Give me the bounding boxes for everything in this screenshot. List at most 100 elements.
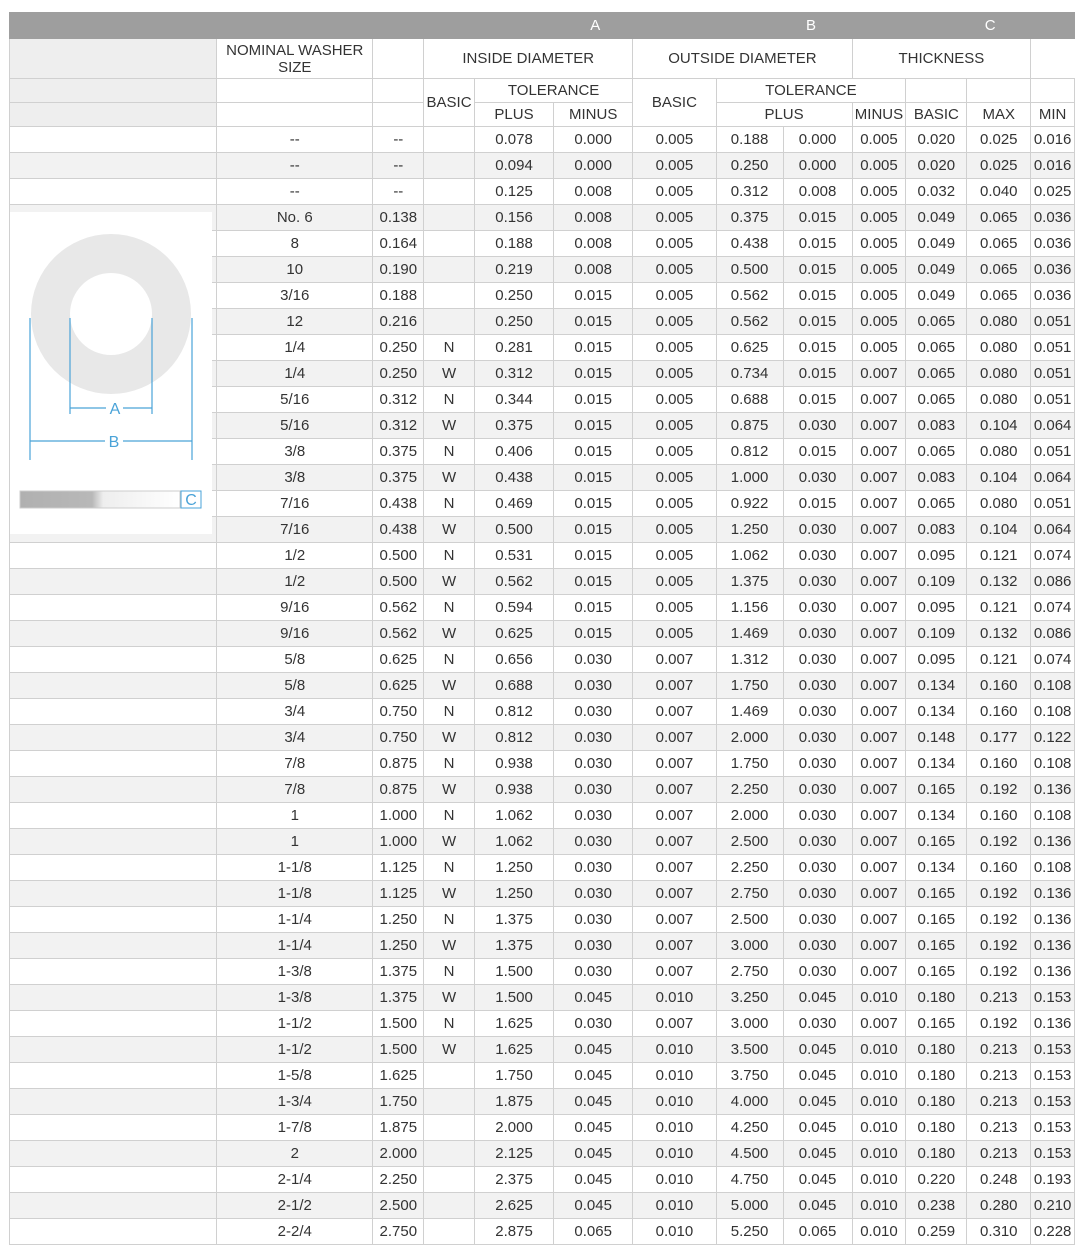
row-spacer-cell xyxy=(8,958,218,985)
inside-diameter-header: INSIDE DIAMETER xyxy=(423,38,634,79)
header-size-decimal-spacer xyxy=(372,38,425,79)
cell-id-tol-plus: 0.030 xyxy=(553,854,634,881)
cell-od-tol-plus: 0.030 xyxy=(782,750,853,777)
cell-thickness-min: 0.074 xyxy=(1030,646,1075,673)
cell-series xyxy=(423,1218,475,1245)
cell-thickness-max: 0.025 xyxy=(966,126,1032,153)
cell-series: W xyxy=(423,1036,475,1063)
row-spacer-cell xyxy=(8,802,218,829)
cell-thickness-max: 0.132 xyxy=(966,568,1032,595)
cell-od-basic: 3.250 xyxy=(715,984,784,1011)
cell-od-tol-plus: 0.045 xyxy=(782,984,853,1011)
row-spacer-cell xyxy=(8,152,218,179)
cell-thickness-max: 0.192 xyxy=(966,932,1032,959)
cell-id-basic: 2.375 xyxy=(473,1166,555,1193)
cell-id-tol-plus: 0.030 xyxy=(553,880,634,907)
cell-thickness-max: 0.192 xyxy=(966,906,1032,933)
cell-thickness-max: 0.192 xyxy=(966,1010,1032,1037)
cell-size: 9/16 xyxy=(216,620,374,647)
od-basic-header: BASIC xyxy=(632,78,717,127)
cell-thickness-min: 0.136 xyxy=(1030,1010,1075,1037)
row-spacer-cell xyxy=(8,594,218,621)
header-row-3: PLUS MINUS PLUS MINUS BASIC MAX MIN xyxy=(8,102,1075,127)
cell-size: 5/8 xyxy=(216,672,374,699)
cell-series: N xyxy=(423,386,475,413)
cell-od-tol-plus: 0.030 xyxy=(782,646,853,673)
cell-id-tol-plus: 0.015 xyxy=(553,594,634,621)
cell-id-tol-minus: 0.005 xyxy=(632,386,717,413)
cell-od-basic: 0.250 xyxy=(715,152,784,179)
cell-od-basic: 1.469 xyxy=(715,698,784,725)
cell-id-basic: 0.562 xyxy=(473,568,555,595)
cell-size-decimal: 0.750 xyxy=(372,698,425,725)
table-row: 1-3/8 1.375 W 1.500 0.045 0.010 3.250 0.045 0.01… xyxy=(8,984,1075,1011)
cell-thickness-max: 0.213 xyxy=(966,1140,1032,1167)
cell-od-basic: 2.000 xyxy=(715,802,784,829)
cell-size-decimal: 0.190 xyxy=(372,256,425,283)
cell-od-tol-minus: 0.007 xyxy=(851,568,907,595)
cell-thickness-basic: 0.083 xyxy=(905,412,968,439)
cell-thickness-basic: 0.065 xyxy=(905,334,968,361)
cell-od-basic: 0.562 xyxy=(715,282,784,309)
cell-thickness-basic: 0.134 xyxy=(905,802,968,829)
cell-od-basic: 4.500 xyxy=(715,1140,784,1167)
cell-size-decimal: 1.125 xyxy=(372,854,425,881)
cell-od-basic: 0.500 xyxy=(715,256,784,283)
row-spacer-cell xyxy=(8,854,218,881)
cell-thickness-min: 0.153 xyxy=(1030,1140,1075,1167)
cell-od-tol-plus: 0.030 xyxy=(782,698,853,725)
cell-id-tol-minus: 0.007 xyxy=(632,672,717,699)
table-row: -- -- 0.125 0.008 0.005 0.312 0.008 0.005 0.032 0… xyxy=(8,178,1075,205)
cell-series xyxy=(423,152,475,179)
cell-od-tol-plus: 0.045 xyxy=(782,1062,853,1089)
cell-od-tol-minus: 0.005 xyxy=(851,178,907,205)
column-letter-b: B xyxy=(715,12,907,39)
row-spacer-cell xyxy=(8,1192,218,1219)
cell-id-basic: 1.062 xyxy=(473,802,555,829)
cell-series: W xyxy=(423,932,475,959)
cell-series: N xyxy=(423,750,475,777)
cell-id-tol-minus: 0.010 xyxy=(632,1140,717,1167)
cell-thickness-basic: 0.109 xyxy=(905,568,968,595)
cell-thickness-min: 0.108 xyxy=(1030,698,1075,725)
cell-series xyxy=(423,230,475,257)
cell-id-basic: 0.438 xyxy=(473,464,555,491)
cell-od-basic: 0.312 xyxy=(715,178,784,205)
cell-od-tol-minus: 0.005 xyxy=(851,334,907,361)
cell-size: 1 xyxy=(216,828,374,855)
cell-od-tol-plus: 0.015 xyxy=(782,334,853,361)
table-row: 1-3/8 1.375 N 1.500 0.030 0.007 2.750 0.030 0.00… xyxy=(8,958,1075,985)
row-spacer-cell xyxy=(8,542,218,569)
cell-series xyxy=(423,256,475,283)
cell-thickness-max: 0.213 xyxy=(966,1036,1032,1063)
cell-thickness-min: 0.153 xyxy=(1030,1062,1075,1089)
cell-id-basic: 1.062 xyxy=(473,828,555,855)
cell-id-basic: 2.875 xyxy=(473,1218,555,1245)
cell-thickness-min: 0.074 xyxy=(1030,542,1075,569)
cell-size-decimal: 1.875 xyxy=(372,1114,425,1141)
cell-id-basic: 2.000 xyxy=(473,1114,555,1141)
row-spacer-cell xyxy=(8,1062,218,1089)
cell-thickness-min: 0.051 xyxy=(1030,386,1075,413)
cell-od-tol-plus: 0.030 xyxy=(782,594,853,621)
cell-id-tol-minus: 0.005 xyxy=(632,438,717,465)
cell-od-basic: 1.062 xyxy=(715,542,784,569)
cell-id-tol-plus: 0.015 xyxy=(553,360,634,387)
cell-size-decimal: -- xyxy=(372,178,425,205)
cell-size-decimal: 1.500 xyxy=(372,1036,425,1063)
cell-size: 3/4 xyxy=(216,724,374,751)
cell-thickness-basic: 0.065 xyxy=(905,386,968,413)
cell-size-decimal: 1.375 xyxy=(372,984,425,1011)
table-row: 9/16 0.562 N 0.594 0.015 0.005 1.156 0.030 0.007… xyxy=(8,594,1075,621)
cell-od-tol-plus: 0.000 xyxy=(782,126,853,153)
cell-od-basic: 4.000 xyxy=(715,1088,784,1115)
cell-od-tol-minus: 0.007 xyxy=(851,620,907,647)
cell-od-tol-minus: 0.005 xyxy=(851,152,907,179)
cell-od-tol-minus: 0.007 xyxy=(851,516,907,543)
cell-size-decimal: 1.000 xyxy=(372,828,425,855)
cell-id-basic: 0.812 xyxy=(473,698,555,725)
cell-size-decimal: 0.562 xyxy=(372,594,425,621)
cell-size: 3/4 xyxy=(216,698,374,725)
cell-series xyxy=(423,308,475,335)
cell-thickness-min: 0.051 xyxy=(1030,490,1075,517)
